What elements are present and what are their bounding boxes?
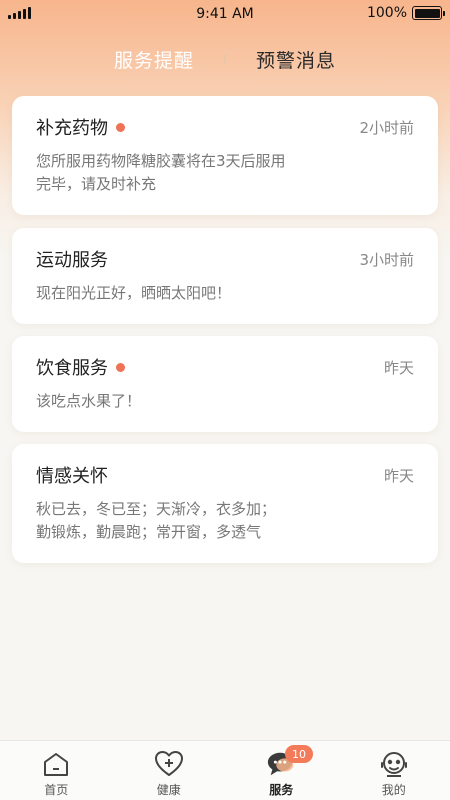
tab-service-reminder[interactable]: 服务提醒	[114, 46, 194, 73]
card-message-line: 该吃点水果了！	[36, 392, 142, 410]
unread-dot	[116, 122, 125, 132]
card-time: 昨天	[383, 466, 414, 485]
card-message-line: 完毕，请及时补充	[36, 175, 157, 193]
heart-plus-icon	[154, 749, 184, 779]
card-time: 昨天	[383, 358, 414, 377]
tab-warning-messages[interactable]: 预警消息	[256, 46, 336, 73]
card-title: 补充药物	[36, 118, 108, 139]
tab-health[interactable]: 健康	[113, 741, 226, 800]
card-time: 2小时前	[359, 118, 414, 137]
tab-label: 我的	[381, 783, 406, 797]
message-card[interactable]: 补充药物 2小时前 您所服用药物降糖胶囊将在3天后服用 完毕，请及时补充	[12, 96, 438, 215]
bottom-tab-bar: 首页 健康 10 服务 我的	[0, 740, 450, 800]
tab-profile[interactable]: 我的	[338, 741, 450, 800]
card-message: 您所服用药物降糖胶囊将在3天后服用 完毕，请及时补充	[36, 150, 414, 196]
tab-home[interactable]: 首页	[0, 741, 113, 800]
status-bar: 9:41 AM 100%	[0, 0, 450, 28]
card-title: 情感关怀	[36, 466, 108, 487]
card-title: 饮食服务	[36, 358, 108, 379]
tab-label: 健康	[156, 783, 181, 797]
tab-label: 服务	[269, 783, 294, 797]
notification-badge: 10	[285, 745, 313, 763]
signal-icon	[8, 7, 31, 19]
card-message-line: 勤锻炼，勤晨跑；常开窗，多透气	[36, 523, 262, 541]
card-message: 秋已去，冬已至；天渐冷，衣多加； 勤锻炼，勤晨跑；常开窗，多透气	[36, 498, 414, 544]
status-time: 9:41 AM	[196, 6, 254, 22]
card-time: 3小时前	[359, 250, 414, 269]
segment-tabs: 服务提醒 预警消息	[0, 44, 450, 74]
message-card[interactable]: 饮食服务 昨天 该吃点水果了！	[12, 336, 438, 432]
profile-icon	[379, 749, 409, 779]
home-icon	[41, 749, 71, 779]
tab-divider	[224, 54, 226, 64]
tab-label: 首页	[44, 783, 69, 797]
card-message-line: 现在阳光正好，晒晒太阳吧！	[36, 284, 232, 302]
message-card[interactable]: 运动服务 3小时前 现在阳光正好，晒晒太阳吧！	[12, 228, 438, 324]
battery-icon	[412, 6, 445, 20]
tab-service[interactable]: 10 服务	[225, 741, 338, 800]
card-message-line: 秋已去，冬已至；天渐冷，衣多加；	[36, 500, 277, 518]
message-card[interactable]: 情感关怀 昨天 秋已去，冬已至；天渐冷，衣多加； 勤锻炼，勤晨跑；常开窗，多透气	[12, 444, 438, 563]
card-message-line: 您所服用药物降糖胶囊将在3天后服用	[36, 152, 286, 170]
card-message: 现在阳光正好，晒晒太阳吧！	[36, 282, 414, 305]
card-title: 运动服务	[36, 250, 108, 271]
battery-percent: 100%	[366, 5, 407, 21]
unread-dot	[116, 362, 125, 372]
card-message: 该吃点水果了！	[36, 390, 414, 413]
